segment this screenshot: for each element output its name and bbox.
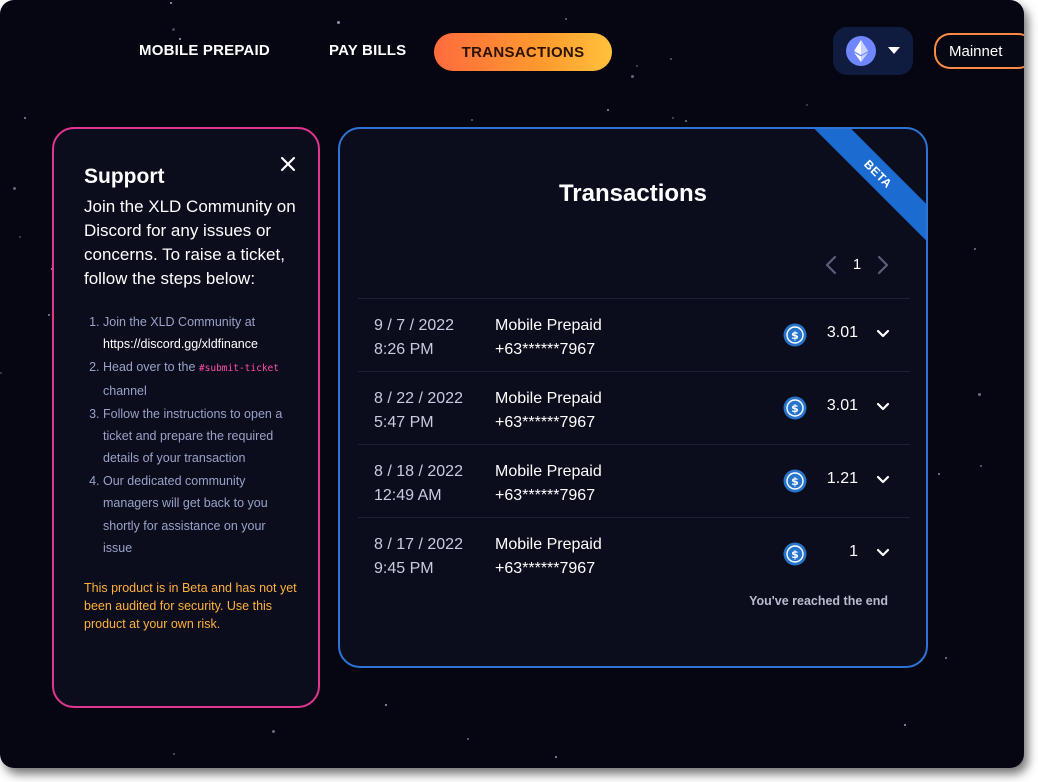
transaction-row[interactable]: 8 / 22 / 2022 5:47 PM Mobile Prepaid +63**…: [358, 371, 910, 444]
transaction-amount: 1: [849, 543, 858, 560]
transaction-description: Mobile Prepaid +63******7967: [495, 317, 602, 358]
transaction-amount: 3.01: [826, 324, 858, 341]
step-text: Our dedicated community managers will ge…: [103, 473, 268, 556]
star-decoration: [555, 756, 557, 758]
support-step: Head over to the #submit-ticket channel: [103, 356, 298, 403]
chevron-down-icon[interactable]: [876, 327, 890, 341]
transaction-row[interactable]: 8 / 18 / 2022 12:49 AM Mobile Prepaid +63*…: [358, 444, 910, 517]
support-step: Follow the instructions to open a ticket…: [103, 403, 298, 470]
support-step: Our dedicated community managers will ge…: [103, 470, 298, 560]
support-title: Support: [84, 165, 165, 188]
star-decoration: [904, 724, 906, 726]
transaction-datetime: 8 / 22 / 2022 5:47 PM: [374, 390, 463, 431]
star-decoration: [471, 119, 473, 121]
star-decoration: [19, 236, 21, 238]
star-decoration: [467, 738, 469, 740]
star-decoration: [565, 18, 567, 20]
network-button[interactable]: Mainnet: [934, 33, 1024, 69]
support-intro: Join the XLD Community on Discord for an…: [84, 197, 296, 288]
chevron-down-icon[interactable]: [876, 546, 890, 560]
star-decoration: [385, 704, 387, 706]
nav-transactions[interactable]: TRANSACTIONS: [434, 33, 612, 71]
channel-code: #submit-ticket: [198, 362, 279, 374]
star-decoration: [170, 2, 172, 4]
star-decoration: [272, 730, 275, 733]
star-decoration: [672, 117, 674, 119]
transaction-datetime: 8 / 18 / 2022 12:49 AM: [374, 463, 463, 504]
star-decoration: [24, 117, 26, 119]
transaction-description: Mobile Prepaid +63******7967: [495, 390, 602, 431]
step-text: Head over to the: [103, 359, 196, 374]
transaction-row[interactable]: 8 / 17 / 2022 9:45 PM Mobile Prepaid +63**…: [358, 517, 910, 590]
app-window: MOBILE PREPAID PAY BILLS TRANSACTIONS Ma…: [0, 0, 1024, 768]
end-of-list-message: You've reached the end: [749, 594, 888, 608]
support-steps: Join the XLD Community at https://discor…: [84, 311, 298, 559]
transactions-panel: BETA Transactions 1 9 / 7 / 2022 8:26 PM …: [338, 127, 928, 668]
star-decoration: [978, 393, 981, 396]
step-text: Follow the instructions to open a ticket…: [103, 406, 283, 466]
star-decoration: [806, 104, 808, 106]
chevron-down-icon[interactable]: [876, 400, 890, 414]
chevron-left-icon[interactable]: [824, 255, 840, 275]
transaction-datetime: 8 / 17 / 2022 9:45 PM: [374, 536, 463, 577]
support-step: Join the XLD Community at https://discor…: [103, 311, 298, 356]
star-decoration: [0, 372, 2, 374]
star-decoration: [607, 109, 609, 111]
pagination: 1: [824, 253, 894, 277]
transaction-row[interactable]: 9 / 7 / 2022 8:26 PM Mobile Prepaid +63***…: [358, 298, 910, 371]
step-text: channel: [103, 384, 147, 399]
chevron-right-icon[interactable]: [876, 255, 892, 275]
star-decoration: [179, 38, 181, 40]
transaction-amount: 3.01: [826, 397, 858, 414]
nav-pay-bills[interactable]: PAY BILLS: [329, 42, 406, 59]
star-decoration: [13, 187, 16, 190]
ethereum-icon: [846, 36, 876, 66]
star-decoration: [974, 248, 976, 250]
close-icon[interactable]: [277, 153, 299, 175]
transaction-description: Mobile Prepaid +63******7967: [495, 536, 602, 577]
star-decoration: [337, 21, 340, 24]
transaction-description: Mobile Prepaid +63******7967: [495, 463, 602, 504]
star-decoration: [685, 120, 687, 122]
chain-selector-button[interactable]: [833, 27, 913, 75]
support-panel: Support Join the XLD Community on Discor…: [52, 127, 320, 708]
transaction-amount: 1.21: [826, 470, 858, 487]
page-title: Transactions: [558, 180, 708, 207]
star-decoration: [938, 473, 940, 475]
transaction-datetime: 9 / 7 / 2022 8:26 PM: [374, 317, 455, 358]
star-decoration: [670, 58, 672, 60]
chevron-down-icon[interactable]: [876, 473, 890, 487]
star-decoration: [173, 753, 175, 755]
star-decoration: [636, 65, 638, 67]
step-text: Join the XLD Community at: [103, 315, 256, 329]
star-decoration: [945, 657, 947, 659]
discord-link[interactable]: https://discord.gg/xldfinance: [103, 337, 258, 351]
transactions-list: 9 / 7 / 2022 8:26 PM Mobile Prepaid +63***…: [358, 298, 910, 590]
beta-warning: This product is in Beta and has not yet …: [84, 581, 297, 632]
page-number: 1: [852, 256, 862, 273]
star-decoration: [48, 314, 50, 316]
star-decoration: [631, 75, 634, 78]
star-decoration: [172, 28, 175, 31]
nav-mobile-prepaid[interactable]: MOBILE PREPAID: [139, 42, 270, 59]
star-decoration: [980, 465, 982, 467]
caret-down-icon: [888, 42, 900, 60]
